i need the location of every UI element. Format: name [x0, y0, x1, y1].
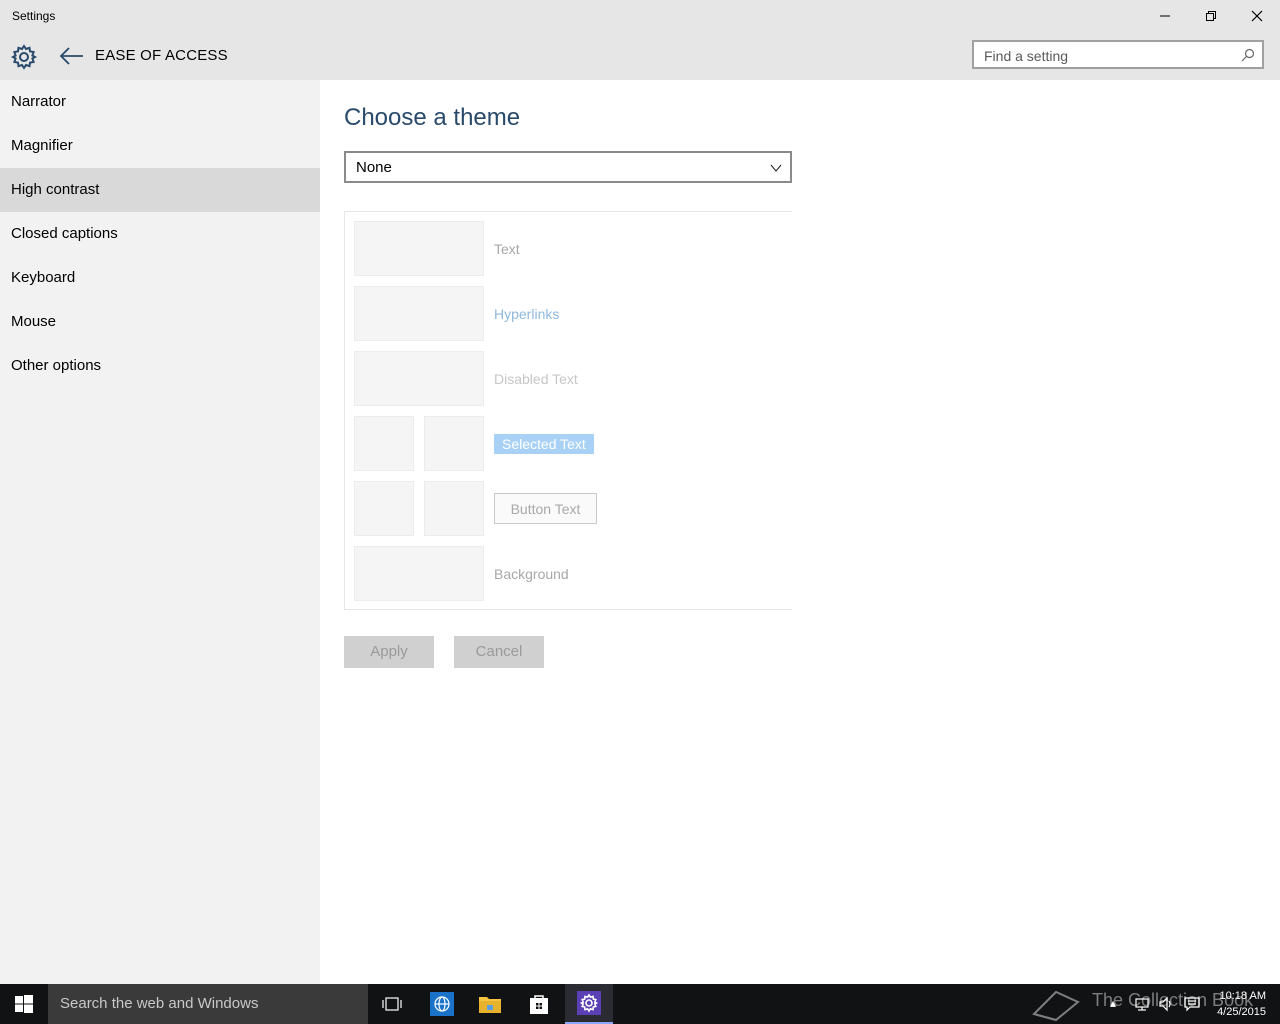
- page-title: Choose a theme: [344, 104, 521, 131]
- system-clock[interactable]: 10:18 AM 4/25/2015: [1217, 988, 1266, 1020]
- clock-time: 10:18 AM: [1219, 990, 1266, 1002]
- restore-icon: [1206, 11, 1216, 21]
- shopping-bag-icon: [530, 995, 548, 1014]
- settings-taskbar-button[interactable]: [565, 984, 613, 1024]
- search-input[interactable]: Find a setting: [984, 48, 1068, 64]
- hyperlinks-label: Hyperlinks: [494, 306, 560, 322]
- selected-text-sample: Selected Text: [494, 434, 594, 454]
- gear-icon: [577, 991, 601, 1015]
- window-title: Settings: [12, 9, 56, 23]
- selected-text-bg-swatch[interactable]: [424, 416, 484, 471]
- background-color-swatch[interactable]: [354, 546, 484, 601]
- button-text-sample: Button Text: [494, 493, 597, 524]
- clock-date: 4/25/2015: [1217, 1006, 1266, 1018]
- selected-text-fg-swatch[interactable]: [354, 416, 414, 471]
- disabled-text-label: Disabled Text: [494, 371, 578, 387]
- network-icon[interactable]: [1134, 996, 1150, 1012]
- settings-gear-icon[interactable]: [10, 43, 38, 71]
- browser-taskbar-button[interactable]: [418, 984, 466, 1024]
- apply-button[interactable]: Apply: [344, 636, 434, 668]
- page-section-title: EASE OF ACCESS: [95, 47, 228, 64]
- minimize-button[interactable]: [1142, 0, 1188, 32]
- theme-dropdown[interactable]: None: [344, 151, 792, 183]
- sidebar-item-high-contrast[interactable]: High contrast: [0, 168, 320, 212]
- taskbar-search-box[interactable]: Search the web and Windows: [48, 984, 368, 1024]
- theme-dropdown-value: None: [356, 159, 392, 176]
- sidebar-item-other-options[interactable]: Other options: [0, 344, 320, 388]
- sidebar-item-mouse[interactable]: Mouse: [0, 300, 320, 344]
- theme-preview-panel: Text Hyperlinks Disabled Text Selected T…: [344, 211, 792, 610]
- close-button[interactable]: [1234, 0, 1280, 32]
- taskbar: Search the web and Windows The Collectio…: [0, 984, 1280, 1024]
- show-hidden-icons-icon[interactable]: ▴: [1110, 996, 1126, 1012]
- folder-icon: [479, 997, 501, 1013]
- windows-logo-icon: [15, 995, 33, 1013]
- text-label: Text: [494, 241, 520, 257]
- text-color-swatch[interactable]: [354, 221, 484, 276]
- search-icon[interactable]: [1241, 48, 1255, 62]
- sidebar-item-narrator[interactable]: Narrator: [0, 80, 320, 124]
- hyperlink-color-swatch[interactable]: [354, 286, 484, 341]
- background-label: Background: [494, 566, 569, 582]
- file-explorer-button[interactable]: [466, 984, 514, 1024]
- chevron-down-icon: [770, 164, 782, 172]
- back-arrow-icon[interactable]: [58, 44, 86, 68]
- minimize-icon: [1160, 15, 1170, 17]
- task-view-icon: [382, 997, 402, 1011]
- title-bar: Settings EASE OF ACCESS Find a setting: [0, 0, 1280, 80]
- cancel-button[interactable]: Cancel: [454, 636, 544, 668]
- start-button[interactable]: [0, 984, 48, 1024]
- sidebar-nav: Narrator Magnifier High contrast Closed …: [0, 80, 320, 984]
- store-button[interactable]: [515, 984, 563, 1024]
- task-view-button[interactable]: [368, 984, 416, 1024]
- sidebar-item-keyboard[interactable]: Keyboard: [0, 256, 320, 300]
- action-center-icon[interactable]: [1184, 996, 1200, 1012]
- taskbar-search-input[interactable]: Search the web and Windows: [60, 995, 258, 1012]
- main-content: Choose a theme None Text Hyperlinks Disa…: [320, 80, 1280, 984]
- globe-icon: [430, 992, 454, 1016]
- close-icon: [1251, 10, 1263, 22]
- sidebar-item-magnifier[interactable]: Magnifier: [0, 124, 320, 168]
- sidebar-item-closed-captions[interactable]: Closed captions: [0, 212, 320, 256]
- book-logo-icon: [1032, 990, 1080, 1022]
- search-box[interactable]: Find a setting: [972, 40, 1264, 69]
- volume-icon[interactable]: [1158, 996, 1174, 1012]
- disabled-text-color-swatch[interactable]: [354, 351, 484, 406]
- button-text-fg-swatch[interactable]: [354, 481, 414, 536]
- button-text-bg-swatch[interactable]: [424, 481, 484, 536]
- restore-button[interactable]: [1188, 0, 1234, 32]
